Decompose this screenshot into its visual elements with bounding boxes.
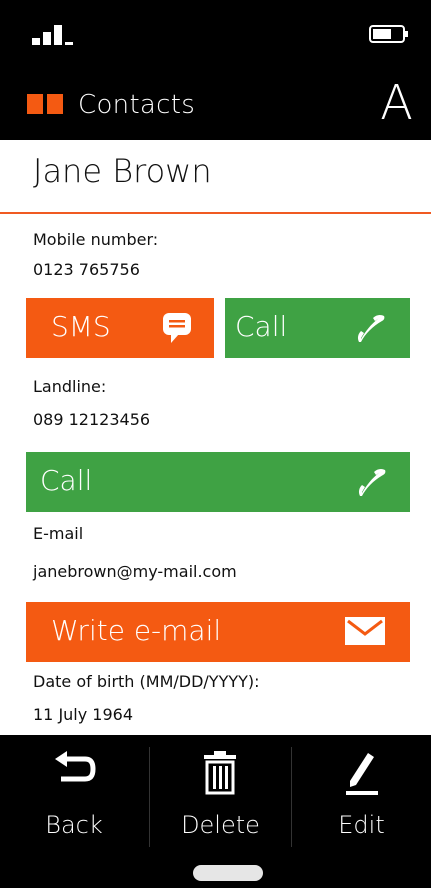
delete-label: Delete	[181, 811, 260, 839]
email-value: janebrown@my-mail.com	[33, 562, 237, 581]
dob-value: 11 July 1964	[33, 705, 134, 724]
contact-details: Jane Brown Mobile number: 0123 765756 SM…	[0, 140, 431, 735]
write-email-label: Write e-mail	[51, 614, 222, 647]
status-bar	[0, 0, 431, 70]
call-mobile-button[interactable]: Call	[225, 298, 410, 358]
edit-label: Edit	[338, 811, 385, 839]
contact-name: Jane Brown	[33, 152, 212, 190]
landline-label: Landline:	[33, 377, 107, 396]
mobile-label: Mobile number:	[33, 230, 159, 249]
email-label: E-mail	[33, 524, 84, 543]
landline-value: 089 12123456	[33, 410, 151, 429]
phone-icon	[358, 468, 386, 496]
envelope-icon	[345, 617, 385, 645]
sms-button[interactable]: SMS	[26, 298, 214, 358]
action-bar: Back Delete Edit	[0, 735, 431, 888]
index-letter: A	[380, 75, 413, 131]
contact-name-row: Jane Brown	[0, 140, 431, 214]
app-header: Contacts A	[0, 70, 431, 140]
contact-detail-screen: Contacts A Jane Brown Mobile number: 012…	[0, 0, 431, 888]
signal-icon	[32, 23, 92, 45]
battery-icon	[369, 25, 408, 43]
chat-bubble-icon	[163, 313, 191, 343]
call-mobile-label: Call	[235, 310, 288, 343]
sms-button-label: SMS	[51, 310, 111, 343]
dob-label: Date of birth (MM/DD/YYYY):	[33, 672, 260, 691]
phone-icon	[357, 314, 385, 342]
call-landline-button[interactable]: Call	[26, 452, 410, 512]
page-title: Contacts	[78, 90, 196, 120]
delete-button[interactable]: Delete	[150, 735, 291, 855]
back-button[interactable]: Back	[0, 735, 148, 855]
back-arrow-icon	[55, 751, 96, 782]
home-indicator[interactable]	[193, 865, 263, 881]
back-label: Back	[45, 811, 103, 839]
write-email-button[interactable]: Write e-mail	[26, 602, 410, 662]
call-landline-label: Call	[40, 464, 93, 497]
edit-button[interactable]: Edit	[292, 735, 431, 855]
mobile-value: 0123 765756	[33, 260, 140, 279]
book-icon	[27, 92, 63, 116]
pencil-icon	[346, 753, 378, 795]
trash-icon	[204, 751, 236, 795]
